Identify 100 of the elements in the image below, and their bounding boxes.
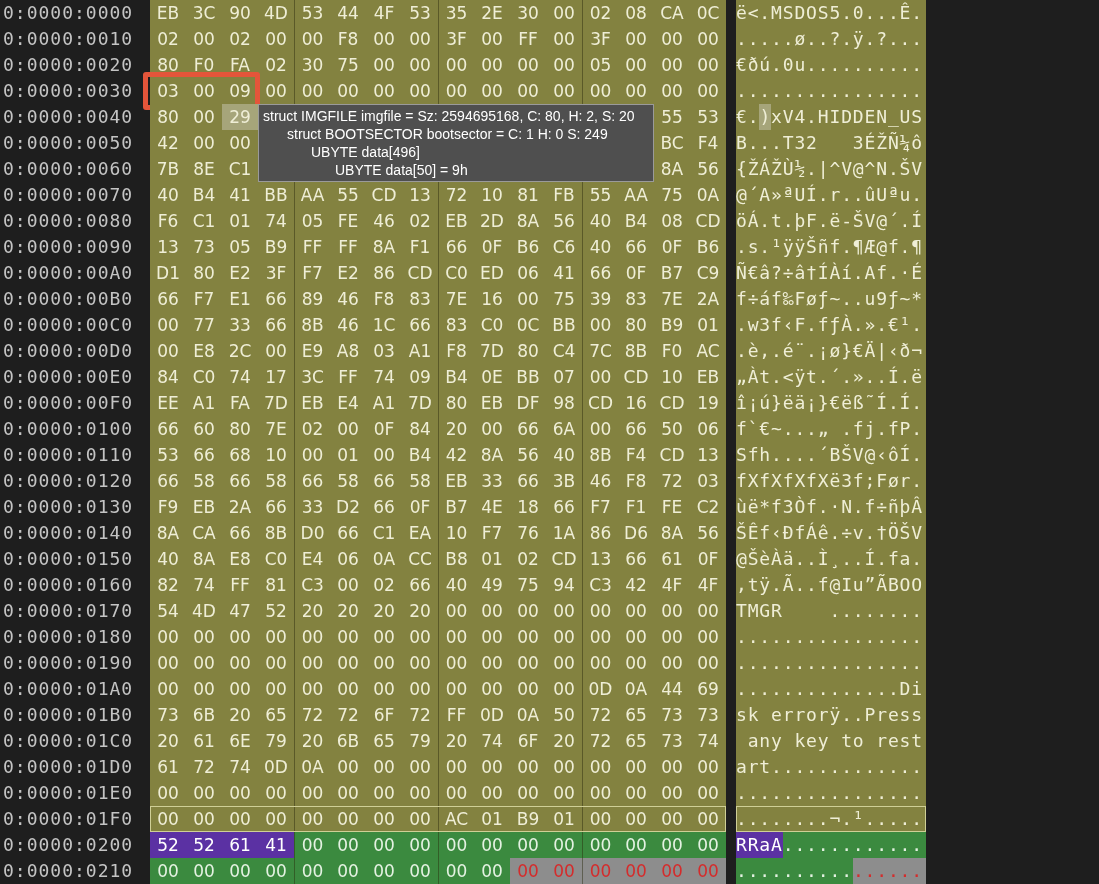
hex-byte: 00 bbox=[510, 780, 546, 806]
hex-byte: 72 bbox=[402, 702, 438, 728]
hex-byte: 72 bbox=[330, 702, 366, 728]
hex-byte: E4 bbox=[330, 390, 366, 416]
row-offset: 0:0000:01E0 bbox=[2, 781, 135, 805]
hex-byte: 46 bbox=[330, 286, 366, 312]
hex-byte: 42 bbox=[618, 572, 654, 598]
hex-byte: 00 bbox=[366, 676, 402, 702]
hex-byte: 8B bbox=[294, 312, 330, 338]
hex-byte: 00 bbox=[438, 676, 474, 702]
hex-byte: 10 bbox=[258, 442, 294, 468]
hex-byte: 4F bbox=[366, 0, 402, 26]
hex-byte: 00 bbox=[582, 806, 618, 832]
hex-byte: 74 bbox=[186, 572, 222, 598]
hex-byte: 6B bbox=[186, 702, 222, 728]
row-offset: 0:0000:00D0 bbox=[2, 339, 135, 363]
hex-byte: A1 bbox=[186, 390, 222, 416]
hex-byte: 69 bbox=[690, 676, 726, 702]
hex-byte: 00 bbox=[186, 858, 222, 884]
hex-byte: 58 bbox=[402, 468, 438, 494]
hex-byte: 10 bbox=[474, 182, 510, 208]
hex-byte: 0E bbox=[474, 364, 510, 390]
ascii-text: art............. bbox=[736, 754, 926, 780]
hex-byte: 00 bbox=[690, 26, 726, 52]
hex-byte: 00 bbox=[546, 650, 582, 676]
hex-byte: 29 bbox=[222, 104, 258, 130]
hex-byte: 39 bbox=[582, 286, 618, 312]
hex-byte: 66 bbox=[150, 468, 186, 494]
hex-byte: 2D bbox=[474, 208, 510, 234]
hex-byte: 00 bbox=[690, 598, 726, 624]
hex-byte: EB bbox=[690, 364, 726, 390]
hex-byte: 16 bbox=[618, 390, 654, 416]
hex-byte: 00 bbox=[438, 780, 474, 806]
hex-byte: 80 bbox=[438, 390, 474, 416]
hex-byte: 03 bbox=[366, 338, 402, 364]
hex-byte: A1 bbox=[366, 390, 402, 416]
hex-byte: 00 bbox=[222, 676, 258, 702]
hex-byte: 20 bbox=[222, 702, 258, 728]
hex-byte: 00 bbox=[258, 624, 294, 650]
hex-byte: 00 bbox=[186, 104, 222, 130]
ascii-text: ŠÊf‹ÐfÁê.÷v.†ÖŠV bbox=[736, 520, 926, 546]
hex-byte: 00 bbox=[222, 650, 258, 676]
hex-byte: 33 bbox=[222, 312, 258, 338]
hex-byte: 20 bbox=[294, 598, 330, 624]
hex-byte: 00 bbox=[546, 598, 582, 624]
hex-byte: 4D bbox=[186, 598, 222, 624]
ascii-text: .......... bbox=[736, 858, 853, 884]
hex-byte: D6 bbox=[618, 520, 654, 546]
hex-byte: 00 bbox=[186, 130, 222, 156]
hex-byte: F1 bbox=[402, 234, 438, 260]
hex-byte: CD bbox=[582, 390, 618, 416]
hex-byte: 74 bbox=[474, 728, 510, 754]
hex-byte: 73 bbox=[150, 702, 186, 728]
hex-byte: 00 bbox=[546, 52, 582, 78]
ascii-text: Ñ€â?÷â†ÍÀí.Af.·É bbox=[736, 260, 926, 286]
hex-byte: 72 bbox=[654, 468, 690, 494]
hex-byte: B9 bbox=[654, 312, 690, 338]
hex-byte: 66 bbox=[366, 494, 402, 520]
hex-byte: 00 bbox=[294, 442, 330, 468]
ascii-text: .s.¹ÿÿŠñf.¶Æ@f.¶ bbox=[736, 234, 926, 260]
hex-byte: 4E bbox=[474, 494, 510, 520]
hex-byte: 53 bbox=[294, 0, 330, 26]
hex-byte: B4 bbox=[402, 442, 438, 468]
hex-byte: FE bbox=[330, 208, 366, 234]
hex-byte: 10 bbox=[438, 520, 474, 546]
hex-byte: 02 bbox=[402, 208, 438, 234]
hex-byte: 09 bbox=[402, 364, 438, 390]
hex-byte: FF bbox=[330, 364, 366, 390]
hex-byte: 0C bbox=[510, 312, 546, 338]
hex-byte: 00 bbox=[618, 598, 654, 624]
hex-byte: 00 bbox=[330, 416, 366, 442]
hex-byte: 00 bbox=[690, 832, 726, 858]
hex-byte: 02 bbox=[366, 572, 402, 598]
hex-byte: 66 bbox=[582, 260, 618, 286]
hex-byte: 00 bbox=[510, 52, 546, 78]
hex-byte: 00 bbox=[654, 832, 690, 858]
hex-byte: 00 bbox=[402, 832, 438, 858]
hex-byte: 52 bbox=[186, 832, 222, 858]
hex-byte: 00 bbox=[150, 338, 186, 364]
hex-byte: 66 bbox=[258, 494, 294, 520]
row-offset: 0:0000:0180 bbox=[2, 625, 135, 649]
ascii-text: .è,.é¨.¡ø}€Ä|‹ð¬ bbox=[736, 338, 926, 364]
ascii-text: €ðú.0u.......... bbox=[736, 52, 926, 78]
hex-byte: 7E bbox=[438, 286, 474, 312]
hex-byte: 00 bbox=[366, 754, 402, 780]
hex-byte: 73 bbox=[654, 702, 690, 728]
hex-byte: 50 bbox=[654, 416, 690, 442]
hex-byte: 00 bbox=[222, 780, 258, 806]
hex-byte: FF bbox=[438, 702, 474, 728]
hex-byte: 00 bbox=[438, 858, 474, 884]
hex-byte: 8E bbox=[186, 156, 222, 182]
row-offset: 0:0000:0170 bbox=[2, 599, 135, 623]
hex-byte: 00 bbox=[654, 806, 690, 832]
hex-byte: 00 bbox=[510, 624, 546, 650]
hex-byte: 55 bbox=[330, 182, 366, 208]
hex-byte: F8 bbox=[330, 26, 366, 52]
hex-byte: 72 bbox=[582, 702, 618, 728]
hex-byte: 00 bbox=[582, 312, 618, 338]
hex-byte: 06 bbox=[510, 260, 546, 286]
row-offset: 0:0000:0100 bbox=[2, 417, 135, 441]
